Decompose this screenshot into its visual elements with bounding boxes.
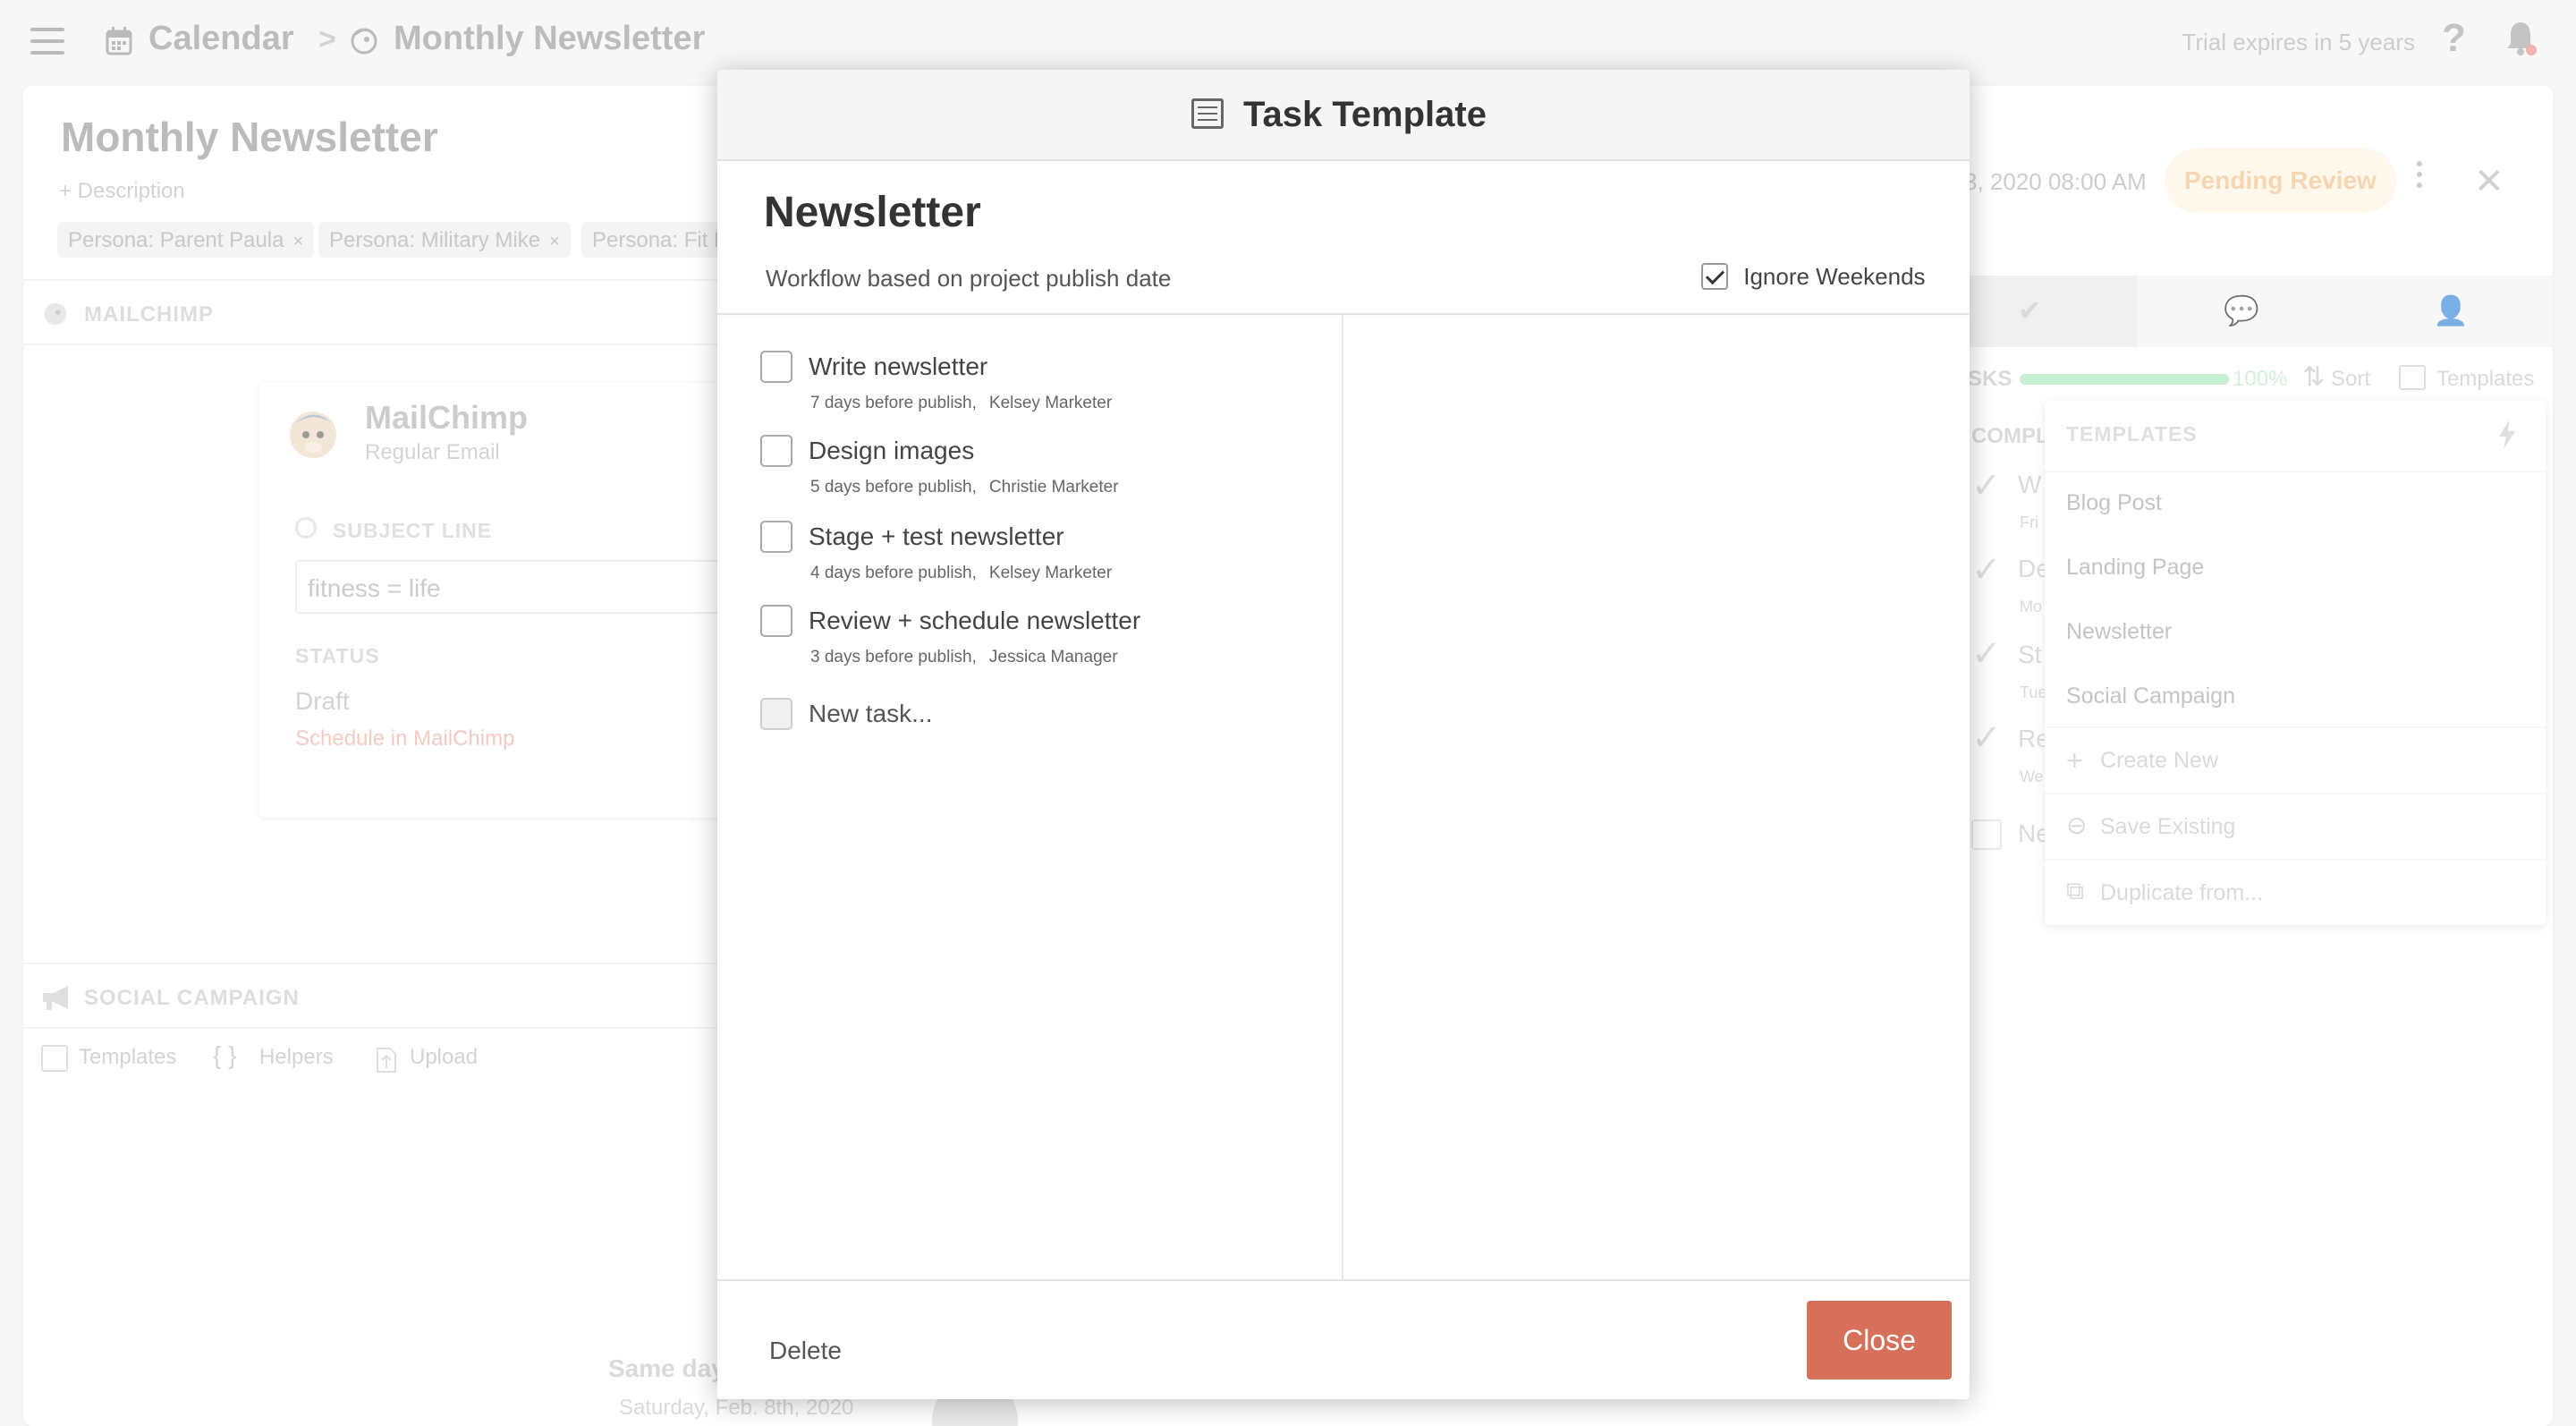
task-timing: 7 days before publish, [810, 394, 977, 412]
task-meta: 5 days before publish, Christie Marketer [810, 478, 1119, 497]
task-template-modal: Task Template Newsletter Workflow based … [717, 70, 1970, 1399]
modal-title: Task Template [1243, 95, 1487, 134]
template-icon [1191, 98, 1224, 129]
task-assignee: Christie Marketer [988, 478, 1119, 497]
task-assignee: Jessica Manager [988, 648, 1118, 666]
delete-template-button[interactable]: Delete [769, 1337, 842, 1365]
close-button[interactable]: Close [1807, 1301, 1952, 1379]
divider [717, 313, 1970, 315]
workflow-description: Workflow based on project publish date [766, 265, 1172, 292]
task-timing: 3 days before publish, [810, 648, 977, 666]
task-assignee: Kelsey Marketer [988, 394, 1113, 412]
task-name[interactable]: Stage + test newsletter [809, 522, 1064, 551]
new-task-input[interactable]: New task... [809, 700, 932, 728]
task-checkbox[interactable] [760, 351, 792, 383]
template-name[interactable]: Newsletter [764, 188, 981, 237]
task-name[interactable]: Review + schedule newsletter [809, 607, 1140, 635]
task-checkbox[interactable] [760, 521, 792, 553]
ignore-weekends-checkbox[interactable] [1701, 263, 1728, 291]
ignore-weekends-toggle[interactable]: Ignore Weekends [1701, 261, 1926, 291]
task-timing: 5 days before publish, [810, 478, 977, 497]
column-divider [1342, 315, 1343, 1349]
task-meta: 3 days before publish, Jessica Manager [810, 648, 1118, 667]
task-meta: 7 days before publish, Kelsey Marketer [810, 394, 1112, 413]
task-checkbox[interactable] [760, 435, 792, 467]
task-name[interactable]: Write newsletter [809, 352, 987, 381]
ignore-weekends-label: Ignore Weekends [1743, 262, 1926, 290]
modal-footer: Delete Close [717, 1279, 1970, 1399]
task-name[interactable]: Design images [809, 437, 974, 465]
task-meta: 4 days before publish, Kelsey Marketer [810, 564, 1112, 583]
task-timing: 4 days before publish, [810, 564, 977, 582]
task-checkbox[interactable] [760, 605, 792, 637]
task-assignee: Kelsey Marketer [988, 564, 1113, 582]
modal-header: Task Template [717, 70, 1970, 161]
new-task-checkbox [760, 698, 792, 730]
